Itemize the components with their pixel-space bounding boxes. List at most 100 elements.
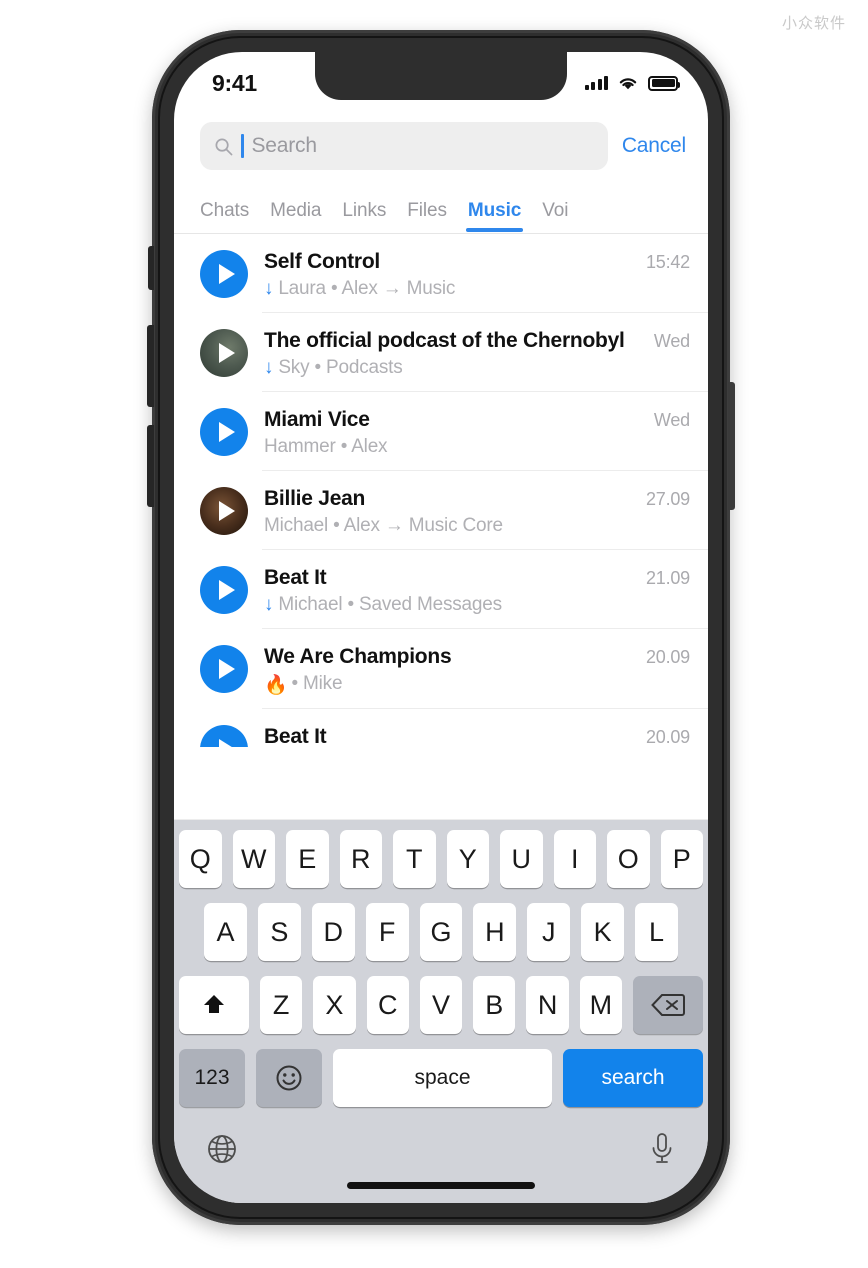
play-button-blue-icon[interactable] <box>200 250 248 298</box>
search-bar: Search Cancel <box>174 114 708 182</box>
status-clock: 9:41 <box>212 69 257 96</box>
key-m[interactable]: M <box>579 976 622 1034</box>
track-subtitle-line: 🔥 • Mike <box>264 673 690 696</box>
play-button-blue-icon[interactable] <box>200 565 248 614</box>
key-f[interactable]: F <box>365 903 409 961</box>
tab-links[interactable]: Links <box>342 200 407 234</box>
track-subtitle-line: ↓ Laura • Alex → Music <box>264 278 690 300</box>
emoji-smiley-icon[interactable] <box>256 1049 322 1107</box>
keyboard-row-2: A S D F G H J K L <box>179 903 703 961</box>
tab-files[interactable]: Files <box>407 200 468 234</box>
backspace-delete-icon[interactable] <box>632 976 703 1034</box>
cancel-button[interactable]: Cancel <box>622 134 690 158</box>
shift-arrow-up-icon[interactable] <box>179 976 250 1034</box>
track-subtitle: Sky • Podcasts <box>278 356 403 378</box>
track-subtitle: Laura • Alex → Music <box>278 277 456 299</box>
key-z[interactable]: Z <box>260 976 303 1034</box>
table-row[interactable]: The official podcast of the Chernobyl We… <box>174 313 708 392</box>
key-k[interactable]: K <box>581 903 625 961</box>
search-key[interactable]: search <box>563 1049 703 1107</box>
podcast-cover-thumbnail[interactable] <box>200 328 248 377</box>
track-time: Wed <box>653 330 690 351</box>
keyboard-bottom-bar <box>179 1119 703 1177</box>
downloaded-arrow-icon: ↓ <box>264 277 274 299</box>
home-indicator[interactable] <box>347 1182 535 1189</box>
key-h[interactable]: H <box>473 903 517 961</box>
power-side-button[interactable] <box>728 382 735 510</box>
backspace-delete-glyph <box>651 994 685 1016</box>
track-title: Beat It <box>264 565 327 589</box>
key-x[interactable]: X <box>313 976 356 1034</box>
key-q[interactable]: Q <box>179 830 222 888</box>
key-w[interactable]: W <box>232 830 275 888</box>
track-title: The official podcast of the Chernobyl <box>264 328 625 352</box>
track-time: 20.09 <box>645 646 690 667</box>
track-time: Wed <box>653 409 690 430</box>
key-t[interactable]: T <box>393 830 436 888</box>
phone-screen: 9:41 Search Cancel Chats Media Links Fil… <box>174 52 708 1203</box>
tab-voice[interactable]: Voi <box>542 200 589 234</box>
microphone-icon[interactable] <box>647 1131 677 1167</box>
search-icon <box>215 138 233 155</box>
keyboard-row-4: 123 space search <box>179 1049 703 1107</box>
key-a[interactable]: A <box>204 903 247 961</box>
key-u[interactable]: U <box>500 830 543 888</box>
key-e[interactable]: E <box>286 830 329 888</box>
key-s[interactable]: S <box>257 903 301 961</box>
watermark: 小众软件 <box>781 14 846 32</box>
key-v[interactable]: V <box>419 976 463 1034</box>
track-subtitle-line: ↓ Sky • Podcasts <box>264 357 690 379</box>
mute-switch-button[interactable] <box>148 246 154 290</box>
track-time: 15:42 <box>645 252 690 272</box>
phone-device-frame: 9:41 Search Cancel Chats Media Links Fil… <box>147 30 735 1225</box>
volume-up-button[interactable] <box>147 325 154 407</box>
table-row[interactable]: Beat It 21.09 ↓ Michael • Saved Messages <box>174 550 708 629</box>
key-l[interactable]: L <box>635 903 679 961</box>
tab-media[interactable]: Media <box>270 200 342 234</box>
shift-arrow-up-glyph <box>204 995 225 1013</box>
tab-chats[interactable]: Chats <box>200 200 270 234</box>
track-title: Billie Jean <box>264 486 366 510</box>
keyboard-row-3: Z X C V B N M <box>179 976 703 1034</box>
key-y[interactable]: Y <box>446 830 489 888</box>
track-time: 21.09 <box>645 567 690 588</box>
keyboard-row-1: Q W E R T Y U I O P <box>179 830 703 888</box>
key-i[interactable]: I <box>553 830 596 888</box>
status-indicators <box>584 75 680 91</box>
table-row[interactable]: Miami Vice Wed Hammer • Alex <box>174 392 708 471</box>
key-p[interactable]: P <box>660 830 703 888</box>
search-input[interactable]: Search <box>200 122 608 170</box>
play-button-blue-icon[interactable] <box>200 407 248 456</box>
track-subtitle-line: Michael • Alex → Music Core <box>264 515 690 537</box>
globe-language-icon[interactable] <box>205 1132 239 1166</box>
table-row[interactable]: Beat It 20.09 <box>174 709 708 747</box>
key-b[interactable]: B <box>473 976 516 1034</box>
album-cover-thumbnail[interactable] <box>200 486 248 535</box>
track-subtitle: Hammer • Alex <box>264 435 388 457</box>
track-subtitle-line: ↓ Michael • Saved Messages <box>264 594 690 616</box>
key-r[interactable]: R <box>339 830 382 888</box>
key-n[interactable]: N <box>526 976 569 1034</box>
track-subtitle: • Mike <box>291 673 343 695</box>
track-subtitle: Michael • Alex → Music Core <box>264 514 503 536</box>
play-button-blue-icon[interactable] <box>200 724 248 747</box>
track-time: 20.09 <box>645 726 690 747</box>
key-d[interactable]: D <box>311 903 355 961</box>
signal-bars-icon <box>584 76 608 90</box>
volume-down-button[interactable] <box>147 425 154 507</box>
table-row[interactable]: We Are Champions 20.09 🔥 • Mike <box>174 629 708 709</box>
downloaded-arrow-icon: ↓ <box>264 356 274 378</box>
numbers-key[interactable]: 123 <box>179 1049 245 1107</box>
key-o[interactable]: O <box>607 830 650 888</box>
space-key[interactable]: space <box>333 1049 552 1107</box>
search-placeholder: Search <box>251 134 318 157</box>
tab-music[interactable]: Music <box>465 200 542 234</box>
track-time: 27.09 <box>645 488 690 509</box>
key-g[interactable]: G <box>419 903 463 961</box>
table-row[interactable]: Billie Jean 27.09 Michael • Alex → Music… <box>174 471 708 550</box>
track-title: We Are Champions <box>264 644 452 668</box>
table-row[interactable]: Self Control 15:42 ↓ Laura • Alex → Musi… <box>174 234 708 313</box>
key-c[interactable]: C <box>366 976 409 1034</box>
play-button-blue-icon[interactable] <box>200 644 248 693</box>
key-j[interactable]: J <box>527 903 571 961</box>
